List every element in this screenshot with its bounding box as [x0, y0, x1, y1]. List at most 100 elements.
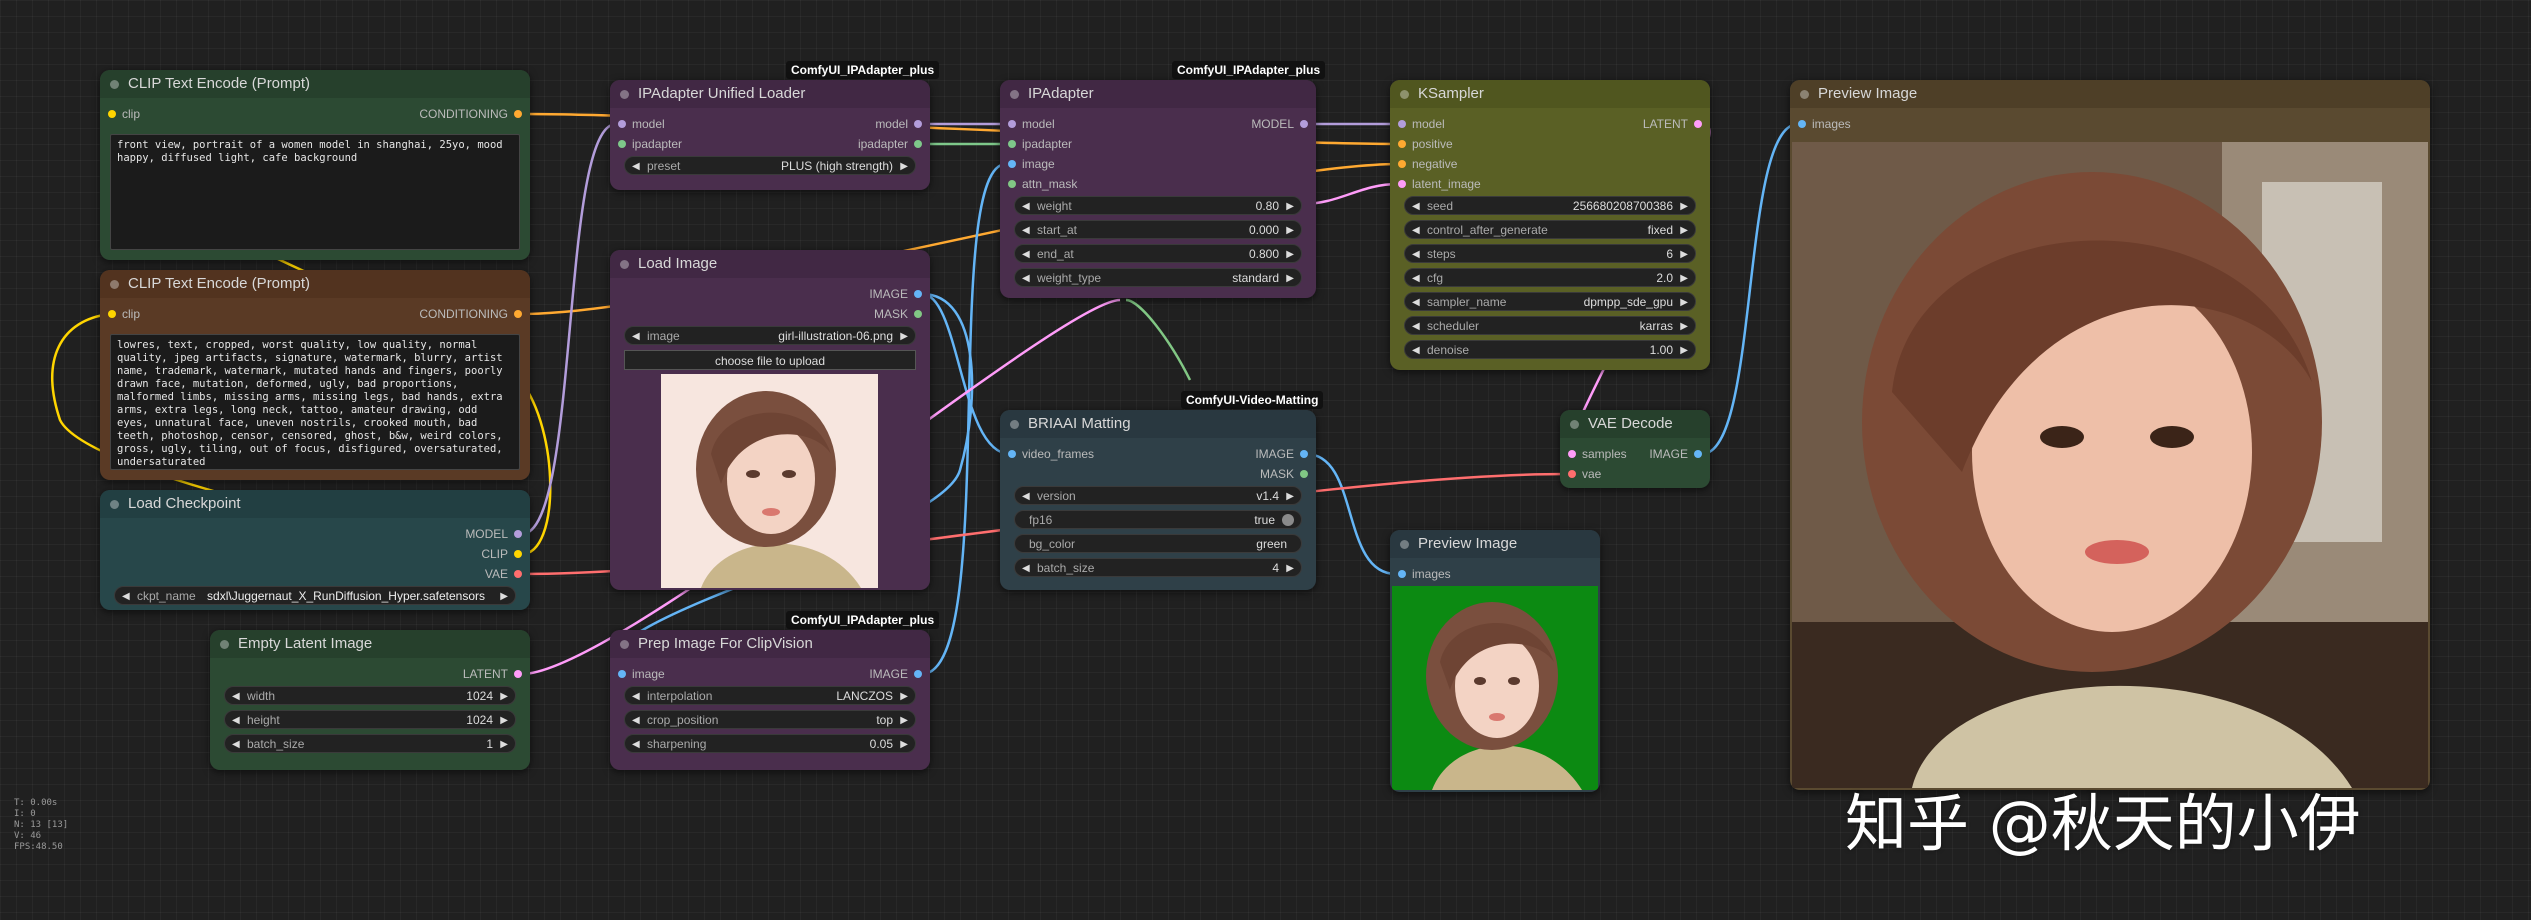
cfg-widget[interactable]: ◀ cfg 2.0 ▶ — [1404, 268, 1696, 287]
image-combo[interactable]: ◀ image girl-illustration-06.png ▶ — [624, 326, 916, 345]
collapse-dot-icon[interactable] — [110, 280, 119, 289]
collapse-dot-icon[interactable] — [220, 640, 229, 649]
weight-type-combo[interactable]: ◀ weight_type standard ▶ — [1014, 268, 1302, 287]
node-title[interactable]: IPAdapter — [1000, 80, 1316, 108]
ckpt-name-combo[interactable]: ◀ ckpt_name sdxl\Juggernaut_X_RunDiffusi… — [114, 586, 516, 605]
end-at-widget[interactable]: ◀ end_at 0.800 ▶ — [1014, 244, 1302, 263]
preview-image-large-node[interactable]: Preview Image images — [1790, 80, 2430, 790]
prep-image-clipvision-node[interactable]: Prep Image For ClipVision image IMAGE ◀ i… — [610, 630, 930, 770]
input-negative[interactable]: negative — [1398, 156, 1457, 172]
output-image[interactable]: IMAGE — [1255, 446, 1308, 462]
node-title[interactable]: Load Checkpoint — [100, 490, 530, 518]
toggle-knob-icon[interactable] — [1282, 514, 1294, 526]
node-title[interactable]: KSampler — [1390, 80, 1710, 108]
output-image[interactable]: IMAGE — [869, 666, 922, 682]
input-clip[interactable]: clip — [108, 106, 140, 122]
fp16-toggle[interactable]: fp16 true — [1014, 510, 1302, 529]
scheduler-combo[interactable]: ◀ scheduler karras ▶ — [1404, 316, 1696, 335]
arrow-left-icon[interactable]: ◀ — [122, 587, 130, 606]
collapse-dot-icon[interactable] — [1010, 420, 1019, 429]
output-latent[interactable]: LATENT — [463, 666, 522, 682]
ksampler-node[interactable]: KSampler model positive negative latent_… — [1390, 80, 1710, 370]
input-model[interactable]: model — [618, 116, 665, 132]
output-model[interactable]: MODEL — [465, 526, 522, 542]
node-title[interactable]: Load Image — [610, 250, 930, 278]
node-title[interactable]: Preview Image — [1790, 80, 2430, 108]
node-title[interactable]: VAE Decode — [1560, 410, 1710, 438]
collapse-dot-icon[interactable] — [110, 80, 119, 89]
collapse-dot-icon[interactable] — [620, 90, 629, 99]
denoise-widget[interactable]: ◀ denoise 1.00 ▶ — [1404, 340, 1696, 359]
node-title[interactable]: Empty Latent Image — [210, 630, 530, 658]
input-ipadapter[interactable]: ipadapter — [1008, 136, 1072, 152]
node-title[interactable]: BRIAAI Matting — [1000, 410, 1316, 438]
sampler-name-combo[interactable]: ◀ sampler_name dpmpp_sde_gpu ▶ — [1404, 292, 1696, 311]
negative-prompt-textarea[interactable]: lowres, text, cropped, worst quality, lo… — [110, 334, 520, 470]
node-title[interactable]: CLIP Text Encode (Prompt) — [100, 270, 530, 298]
load-image-node[interactable]: Load Image IMAGE MASK ◀ image girl-illustr… — [610, 250, 930, 590]
batch-size-widget[interactable]: ◀ batch_size 4 ▶ — [1014, 558, 1302, 577]
input-vae[interactable]: vae — [1568, 466, 1601, 482]
output-mask[interactable]: MASK — [1260, 466, 1308, 482]
width-widget[interactable]: ◀ width 1024 ▶ — [224, 686, 516, 705]
bg-color-field[interactable]: bg_color green — [1014, 534, 1302, 553]
clip-text-encode-positive-node[interactable]: CLIP Text Encode (Prompt) clip CONDITION… — [100, 70, 530, 260]
steps-widget[interactable]: ◀ steps 6 ▶ — [1404, 244, 1696, 263]
sharpening-widget[interactable]: ◀ sharpening 0.05 ▶ — [624, 734, 916, 753]
collapse-dot-icon[interactable] — [620, 640, 629, 649]
version-combo[interactable]: ◀ version v1.4 ▶ — [1014, 486, 1302, 505]
input-model[interactable]: model — [1398, 116, 1445, 132]
control-after-generate-combo[interactable]: ◀ control_after_generate fixed ▶ — [1404, 220, 1696, 239]
output-mask[interactable]: MASK — [874, 306, 922, 322]
input-images[interactable]: images — [1398, 566, 1451, 582]
ipadapter-unified-loader-node[interactable]: IPAdapter Unified Loader model ipadapter… — [610, 80, 930, 190]
vae-decode-node[interactable]: VAE Decode samples vae IMAGE — [1560, 410, 1710, 488]
output-clip[interactable]: CLIP — [481, 546, 522, 562]
height-widget[interactable]: ◀ height 1024 ▶ — [224, 710, 516, 729]
collapse-dot-icon[interactable] — [620, 260, 629, 269]
collapse-dot-icon[interactable] — [110, 500, 119, 509]
collapse-dot-icon[interactable] — [1800, 90, 1809, 99]
input-image[interactable]: image — [1008, 156, 1055, 172]
briaai-matting-node[interactable]: BRIAAI Matting video_frames IMAGE MASK ◀… — [1000, 410, 1316, 590]
input-positive[interactable]: positive — [1398, 136, 1453, 152]
input-latent-image[interactable]: latent_image — [1398, 176, 1481, 192]
empty-latent-image-node[interactable]: Empty Latent Image LATENT ◀ width 1024 ▶ ◀ h… — [210, 630, 530, 770]
input-clip[interactable]: clip — [108, 306, 140, 322]
input-image[interactable]: image — [618, 666, 665, 682]
input-samples[interactable]: samples — [1568, 446, 1627, 462]
prompt-textarea[interactable]: front view, portrait of a women model in… — [110, 134, 520, 250]
choose-file-button[interactable]: choose file to upload — [624, 350, 916, 370]
preset-combo[interactable]: ◀ preset PLUS (high strength) ▶ — [624, 156, 916, 175]
batch-size-widget[interactable]: ◀ batch_size 1 ▶ — [224, 734, 516, 753]
input-model[interactable]: model — [1008, 116, 1055, 132]
collapse-dot-icon[interactable] — [1570, 420, 1579, 429]
preview-image-small-node[interactable]: Preview Image images — [1390, 530, 1600, 792]
input-images[interactable]: images — [1798, 116, 1851, 132]
collapse-dot-icon[interactable] — [1010, 90, 1019, 99]
input-ipadapter[interactable]: ipadapter — [618, 136, 682, 152]
output-ipadapter[interactable]: ipadapter — [858, 136, 922, 152]
weight-widget[interactable]: ◀ weight 0.80 ▶ — [1014, 196, 1302, 215]
output-vae[interactable]: VAE — [485, 566, 522, 582]
collapse-dot-icon[interactable] — [1400, 90, 1409, 99]
collapse-dot-icon[interactable] — [1400, 540, 1409, 549]
ipadapter-node[interactable]: IPAdapter model ipadapter image attn_mas… — [1000, 80, 1316, 298]
node-title[interactable]: Preview Image — [1390, 530, 1600, 558]
start-at-widget[interactable]: ◀ start_at 0.000 ▶ — [1014, 220, 1302, 239]
output-image[interactable]: IMAGE — [1649, 446, 1702, 462]
input-video-frames[interactable]: video_frames — [1008, 446, 1094, 462]
crop-position-combo[interactable]: ◀ crop_position top ▶ — [624, 710, 916, 729]
output-conditioning[interactable]: CONDITIONING — [419, 306, 522, 322]
output-image[interactable]: IMAGE — [869, 286, 922, 302]
node-title[interactable]: CLIP Text Encode (Prompt) — [100, 70, 530, 98]
load-checkpoint-node[interactable]: Load Checkpoint MODEL CLIP VAE ◀ ckpt_na… — [100, 490, 530, 610]
arrow-right-icon[interactable]: ▶ — [500, 587, 508, 606]
node-title[interactable]: Prep Image For ClipVision — [610, 630, 930, 658]
input-attn-mask[interactable]: attn_mask — [1008, 176, 1077, 192]
seed-widget[interactable]: ◀ seed 256680208700386 ▶ — [1404, 196, 1696, 215]
output-latent[interactable]: LATENT — [1643, 116, 1702, 132]
node-title[interactable]: IPAdapter Unified Loader — [610, 80, 930, 108]
output-model[interactable]: model — [875, 116, 922, 132]
interpolation-combo[interactable]: ◀ interpolation LANCZOS ▶ — [624, 686, 916, 705]
